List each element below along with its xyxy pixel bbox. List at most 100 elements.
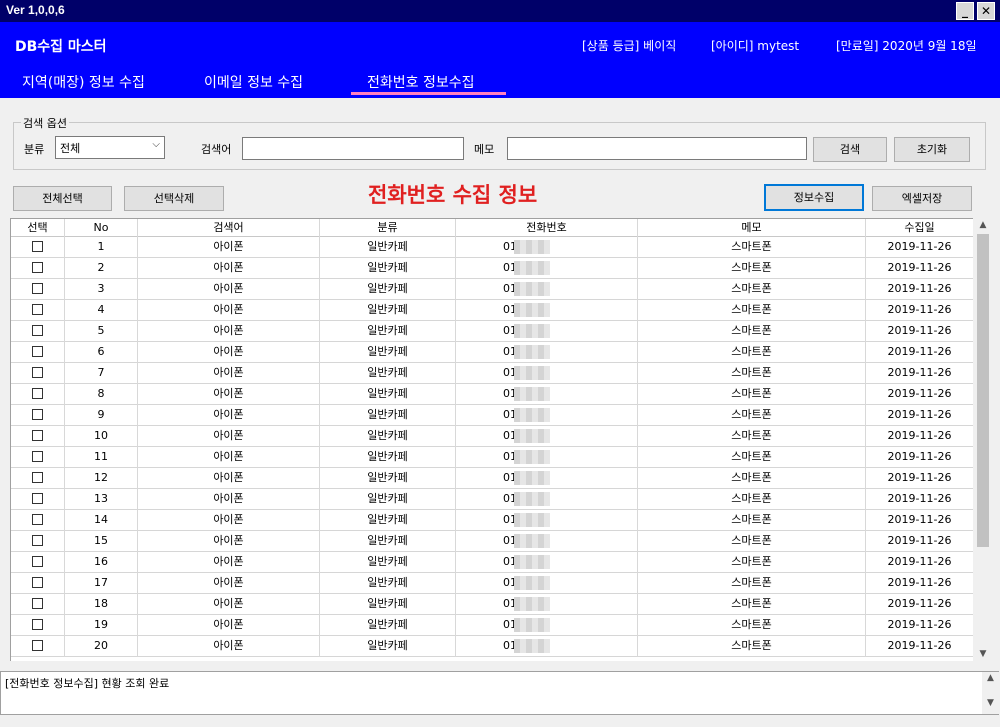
delete-selected-button[interactable]: 선택삭제 bbox=[124, 186, 224, 211]
log-scroll-up-icon[interactable]: ▲ bbox=[982, 673, 999, 687]
row-select-checkbox[interactable] bbox=[11, 321, 65, 342]
table-row[interactable]: 18아이폰일반카페010-스마트폰2019-11-26 bbox=[11, 594, 973, 615]
table-row[interactable]: 11아이폰일반카페010-스마트폰2019-11-26 bbox=[11, 447, 973, 468]
select-all-button[interactable]: 전체선택 bbox=[13, 186, 112, 211]
checkbox[interactable] bbox=[32, 513, 43, 525]
col-header-phone[interactable]: 전화번호 bbox=[456, 219, 638, 237]
table-row[interactable]: 3아이폰일반카페010-스마트폰2019-11-26 bbox=[11, 279, 973, 300]
scrollbar-thumb[interactable] bbox=[977, 234, 989, 547]
table-row[interactable]: 4아이폰일반카페010-스마트폰2019-11-26 bbox=[11, 300, 973, 321]
checkbox[interactable] bbox=[32, 618, 43, 630]
checkbox[interactable] bbox=[32, 282, 43, 294]
checkbox[interactable] bbox=[32, 597, 43, 609]
cell-category: 일반카페 bbox=[320, 384, 456, 405]
checkbox[interactable] bbox=[32, 240, 43, 252]
row-select-checkbox[interactable] bbox=[11, 594, 65, 615]
cell-no: 2 bbox=[65, 258, 138, 279]
table-row[interactable]: 8아이폰일반카페010-스마트폰2019-11-26 bbox=[11, 384, 973, 405]
cell-keyword: 아이폰 bbox=[138, 342, 320, 363]
checkbox[interactable] bbox=[32, 492, 43, 504]
checkbox[interactable] bbox=[32, 324, 43, 336]
log-scrollbar[interactable]: ▲ ▼ bbox=[982, 672, 999, 714]
excel-save-button[interactable]: 엑셀저장 bbox=[872, 186, 972, 211]
checkbox[interactable] bbox=[32, 576, 43, 588]
row-select-checkbox[interactable] bbox=[11, 342, 65, 363]
row-select-checkbox[interactable] bbox=[11, 363, 65, 384]
row-select-checkbox[interactable] bbox=[11, 489, 65, 510]
row-select-checkbox[interactable] bbox=[11, 447, 65, 468]
row-select-checkbox[interactable] bbox=[11, 237, 65, 258]
close-button[interactable]: ✕ bbox=[977, 2, 995, 20]
checkbox[interactable] bbox=[32, 366, 43, 378]
collect-button[interactable]: 정보수집 bbox=[764, 184, 864, 211]
col-header-no[interactable]: No bbox=[65, 219, 138, 237]
row-select-checkbox[interactable] bbox=[11, 426, 65, 447]
log-scroll-down-icon[interactable]: ▼ bbox=[982, 698, 999, 712]
row-select-checkbox[interactable] bbox=[11, 552, 65, 573]
row-select-checkbox[interactable] bbox=[11, 258, 65, 279]
table-row[interactable]: 2아이폰일반카페010-스마트폰2019-11-26 bbox=[11, 258, 973, 279]
checkbox[interactable] bbox=[32, 261, 43, 273]
row-select-checkbox[interactable] bbox=[11, 300, 65, 321]
checkbox[interactable] bbox=[32, 303, 43, 315]
checkbox[interactable] bbox=[32, 387, 43, 399]
table-row[interactable]: 15아이폰일반카페010-스마트폰2019-11-26 bbox=[11, 531, 973, 552]
table-row[interactable]: 13아이폰일반카페010-스마트폰2019-11-26 bbox=[11, 489, 973, 510]
cell-category: 일반카페 bbox=[320, 510, 456, 531]
minimize-button[interactable]: _ bbox=[956, 2, 974, 20]
row-select-checkbox[interactable] bbox=[11, 636, 65, 657]
col-header-select[interactable]: 선택 bbox=[11, 219, 65, 237]
checkbox[interactable] bbox=[32, 429, 43, 441]
memo-input[interactable] bbox=[507, 137, 807, 160]
row-select-checkbox[interactable] bbox=[11, 510, 65, 531]
row-select-checkbox[interactable] bbox=[11, 468, 65, 489]
row-select-checkbox[interactable] bbox=[11, 531, 65, 552]
table-row[interactable]: 7아이폰일반카페010-스마트폰2019-11-26 bbox=[11, 363, 973, 384]
checkbox[interactable] bbox=[32, 534, 43, 546]
col-header-date[interactable]: 수집일 bbox=[866, 219, 973, 237]
table-row[interactable]: 20아이폰일반카페010-스마트폰2019-11-26 bbox=[11, 636, 973, 657]
table-row[interactable]: 19아이폰일반카페010-스마트폰2019-11-26 bbox=[11, 615, 973, 636]
row-select-checkbox[interactable] bbox=[11, 384, 65, 405]
table-row[interactable]: 16아이폰일반카페010-스마트폰2019-11-26 bbox=[11, 552, 973, 573]
reset-button[interactable]: 초기화 bbox=[894, 137, 970, 162]
table-row[interactable]: 12아이폰일반카페010-스마트폰2019-11-26 bbox=[11, 468, 973, 489]
table-row[interactable]: 10아이폰일반카페010-스마트폰2019-11-26 bbox=[11, 426, 973, 447]
table-row[interactable]: 14아이폰일반카페010-스마트폰2019-11-26 bbox=[11, 510, 973, 531]
checkbox[interactable] bbox=[32, 639, 43, 651]
grid-scrollbar[interactable]: ▲ ▼ bbox=[974, 218, 992, 661]
cell-date: 2019-11-26 bbox=[866, 426, 973, 447]
checkbox[interactable] bbox=[32, 408, 43, 420]
category-select[interactable]: 전체 ⌵ bbox=[55, 136, 165, 159]
phone-redaction-mask bbox=[514, 576, 550, 590]
table-row[interactable]: 9아이폰일반카페010-스마트폰2019-11-26 bbox=[11, 405, 973, 426]
table-row[interactable]: 17아이폰일반카페010-스마트폰2019-11-26 bbox=[11, 573, 973, 594]
col-header-category[interactable]: 분류 bbox=[320, 219, 456, 237]
scroll-down-icon[interactable]: ▼ bbox=[974, 647, 992, 661]
col-header-memo[interactable]: 메모 bbox=[638, 219, 866, 237]
phone-redaction-mask bbox=[514, 387, 550, 401]
tab-region-info[interactable]: 지역(매장) 정보 수집 bbox=[22, 72, 145, 92]
cell-no: 11 bbox=[65, 447, 138, 468]
tab-phone-info[interactable]: 전화번호 정보수집 bbox=[367, 72, 475, 92]
checkbox[interactable] bbox=[32, 345, 43, 357]
checkbox[interactable] bbox=[32, 555, 43, 567]
cell-keyword: 아이폰 bbox=[138, 405, 320, 426]
col-header-keyword[interactable]: 검색어 bbox=[138, 219, 320, 237]
row-select-checkbox[interactable] bbox=[11, 279, 65, 300]
log-textbox[interactable]: [전화번호 정보수집] 현황 조회 완료 bbox=[0, 671, 999, 715]
table-row[interactable]: 1아이폰일반카페010-스마트폰2019-11-26 bbox=[11, 237, 973, 258]
checkbox[interactable] bbox=[32, 450, 43, 462]
row-select-checkbox[interactable] bbox=[11, 405, 65, 426]
row-select-checkbox[interactable] bbox=[11, 573, 65, 594]
table-row[interactable]: 5아이폰일반카페010-스마트폰2019-11-26 bbox=[11, 321, 973, 342]
scroll-up-icon[interactable]: ▲ bbox=[974, 218, 992, 232]
keyword-input[interactable] bbox=[242, 137, 464, 160]
search-button[interactable]: 검색 bbox=[813, 137, 887, 162]
table-row[interactable]: 6아이폰일반카페010-스마트폰2019-11-26 bbox=[11, 342, 973, 363]
product-grade: [상품 등급] 베이직 bbox=[582, 39, 677, 53]
row-select-checkbox[interactable] bbox=[11, 615, 65, 636]
checkbox[interactable] bbox=[32, 471, 43, 483]
cell-phone: 010- bbox=[456, 321, 638, 342]
tab-email-info[interactable]: 이메일 정보 수집 bbox=[204, 72, 303, 92]
